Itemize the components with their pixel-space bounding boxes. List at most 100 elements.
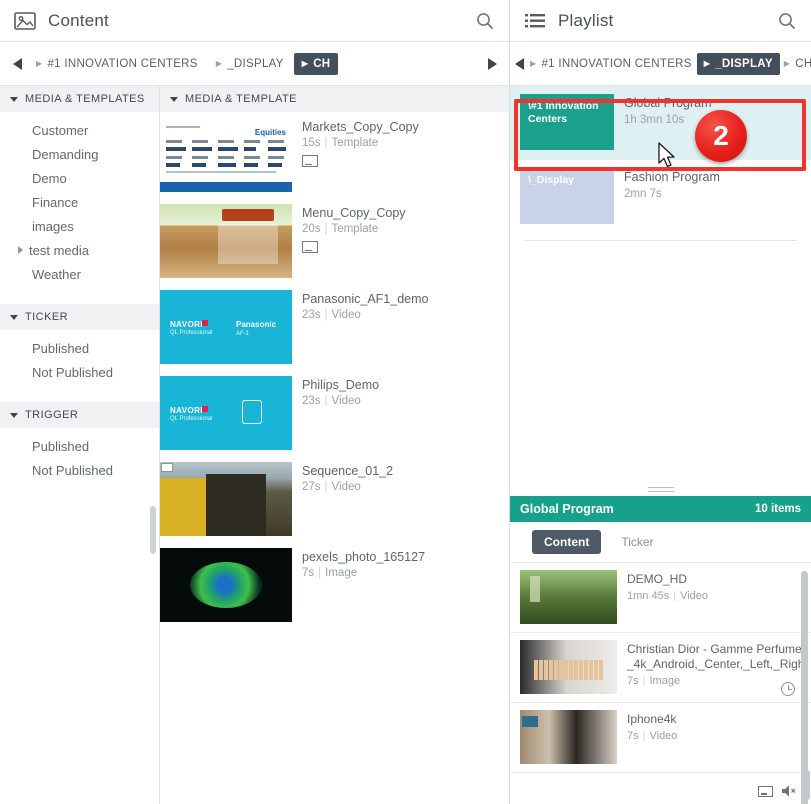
page-title: Content (48, 10, 109, 30)
media-list-item[interactable]: Menu_Copy_Copy 20s | Template (160, 198, 509, 284)
thumbnail-brand: NAVORI (170, 320, 203, 329)
tree-item-finance[interactable]: Finance (0, 190, 159, 214)
tree-item-demo[interactable]: Demo (0, 166, 159, 190)
speaker-mute-icon[interactable] (781, 784, 797, 798)
thumbnail-shape (206, 474, 266, 536)
program-item-type: Image (649, 675, 681, 687)
page-title: Playlist (558, 10, 614, 30)
media-tree-sidebar: MEDIA & TEMPLATES Customer Demanding Dem… (0, 86, 160, 804)
tree-scrollbar[interactable] (150, 506, 156, 554)
tree-group-media-templates[interactable]: MEDIA & TEMPLATES (0, 86, 159, 112)
tree-item-images[interactable]: images (0, 214, 159, 238)
breadcrumb-item-0[interactable]: ▶ #1 INNOVATION CENTERS (28, 53, 206, 75)
program-item-duration: 7s (627, 675, 639, 687)
program-item-type: Video (680, 590, 708, 602)
media-list-item[interactable]: pexels_photo_165127 7s | Image (160, 542, 509, 628)
breadcrumb-item-label: #1 INNOVATION CENTERS (541, 57, 692, 70)
breadcrumb-item-label: _DISPLAY (715, 57, 773, 70)
media-thumbnail (160, 462, 292, 536)
breadcrumb-prev-icon[interactable] (8, 53, 26, 75)
program-list-item[interactable]: DEMO_HD 1mn 45s | Video (510, 563, 811, 633)
tree-item-label: Published (32, 340, 90, 356)
caret-right-icon[interactable] (18, 246, 23, 254)
media-item-name: Sequence_01_2 (302, 464, 394, 478)
tree-group-trigger[interactable]: TRIGGER (0, 402, 159, 428)
media-thumbnail (160, 548, 292, 622)
program-header: Global Program 10 items (510, 496, 811, 522)
content-panel: Content ▶ #1 INNOVATION CENTERS ▶ _DISPL… (0, 0, 510, 804)
breadcrumb-item-2[interactable]: ▶ CH (293, 52, 339, 75)
program-item-thumbnail (520, 640, 617, 694)
tree-item-trigger-not-published[interactable]: Not Published (0, 458, 159, 482)
program-item-name: Christian Dior - Gamme Perfume Cuir (627, 642, 801, 656)
program-tabs: Content Ticker (510, 522, 811, 562)
program-title: Global Program (520, 502, 614, 516)
search-icon[interactable] (475, 11, 495, 31)
tab-ticker[interactable]: Ticker (609, 530, 665, 554)
media-item-meta: Panasonic_AF1_demo 23s | Video (292, 290, 428, 364)
program-list-scrollbar[interactable] (801, 571, 808, 804)
breadcrumb-item-label: #1 INNOVATION CENTERS (47, 57, 198, 70)
media-thumbnail: NAVORI QL Professional Panasonic AF-1 (160, 290, 292, 364)
tab-content[interactable]: Content (532, 530, 602, 554)
program-item-sub: 7s | Image (627, 675, 681, 687)
screen-icon[interactable] (758, 785, 773, 797)
caret-down-icon (170, 96, 178, 102)
playlist-row-duration: 2mn 7s (624, 188, 662, 200)
tree-item-weather[interactable]: Weather (0, 262, 159, 286)
playlist-row-title: Global Program (624, 96, 712, 110)
media-item-type: Template (331, 137, 379, 149)
tree-item-test-media[interactable]: test media (0, 238, 159, 262)
breadcrumb-item-1[interactable]: ▶ _DISPLAY (696, 52, 780, 75)
program-item-thumbnail (520, 710, 617, 764)
caret-down-icon (10, 314, 18, 320)
media-item-sub: 7s | Image (302, 567, 358, 579)
chevron-right-icon: ▶ (703, 58, 711, 68)
playlist-thumbnail-label: \_Display (528, 174, 575, 186)
breadcrumb-prev-icon[interactable] (514, 53, 525, 75)
program-item-info: DEMO_HD 1mn 45s | Video (617, 570, 801, 624)
program-item-name-line2: _4k_Android,_Center,_Left,_Right,_San (627, 657, 801, 671)
media-list-item[interactable]: Sequence_01_2 27s | Video (160, 456, 509, 542)
tree-item-label: Customer (32, 122, 89, 138)
program-item-info: Iphone4k 7s | Video (617, 710, 801, 764)
thumbnail-shape (534, 660, 603, 680)
philips-shield-icon (242, 400, 262, 424)
panel-splitter-handle[interactable] (510, 482, 811, 496)
media-item-name: Philips_Demo (302, 378, 380, 392)
tree-item-label: Published (32, 438, 90, 454)
tree-item-demanding[interactable]: Demanding (0, 142, 159, 166)
media-thumbnail: NAVORI QL Professional (160, 376, 292, 450)
thumbnail-shape (202, 320, 208, 326)
media-group-header[interactable]: MEDIA & TEMPLATE (160, 86, 509, 112)
chevron-right-icon: ▶ (215, 58, 223, 68)
media-item-sub: 20s | Template (302, 223, 379, 235)
breadcrumb-next-icon[interactable] (483, 53, 501, 75)
breadcrumb-item-1[interactable]: ▶ _DISPLAY (208, 53, 292, 75)
media-item-type: Video (331, 481, 361, 493)
program-item-name: DEMO_HD (627, 572, 688, 586)
content-panel-header: Content (0, 0, 509, 42)
search-icon[interactable] (777, 11, 797, 31)
clock-icon[interactable] (781, 682, 795, 696)
media-list-item[interactable]: NAVORI QL Professional Philips_Demo 23s |… (160, 370, 509, 456)
media-item-type: Video (331, 309, 361, 321)
tree-item-ticker-published[interactable]: Published (0, 336, 159, 360)
media-list-item[interactable]: Equities Markets_Copy_Copy 15s | Templat… (160, 112, 509, 198)
media-list-item[interactable]: NAVORI QL Professional Panasonic AF-1 Pa… (160, 284, 509, 370)
media-thumbnail: Equities (160, 118, 292, 192)
breadcrumb-item-0[interactable]: ▶ #1 INNOVATION CENTERS (525, 53, 697, 75)
media-item-duration: 15s (302, 137, 321, 149)
mouse-cursor-icon (658, 142, 678, 175)
tree-item-customer[interactable]: Customer (0, 118, 159, 142)
media-item-duration: 20s (302, 223, 321, 235)
program-list-item[interactable]: Iphone4k 7s | Video (510, 703, 811, 773)
playlist-panel-header: Playlist (510, 0, 811, 42)
thumbnail-subbrand: QL Professional (170, 330, 213, 336)
chevron-right-icon: ▶ (301, 58, 309, 68)
tree-group-ticker[interactable]: TICKER (0, 304, 159, 330)
tree-item-ticker-not-published[interactable]: Not Published (0, 360, 159, 384)
program-list-item[interactable]: Christian Dior - Gamme Perfume Cuir _4k_… (510, 633, 811, 703)
program-item-sub: 7s | Video (627, 730, 678, 742)
tree-item-trigger-published[interactable]: Published (0, 434, 159, 458)
